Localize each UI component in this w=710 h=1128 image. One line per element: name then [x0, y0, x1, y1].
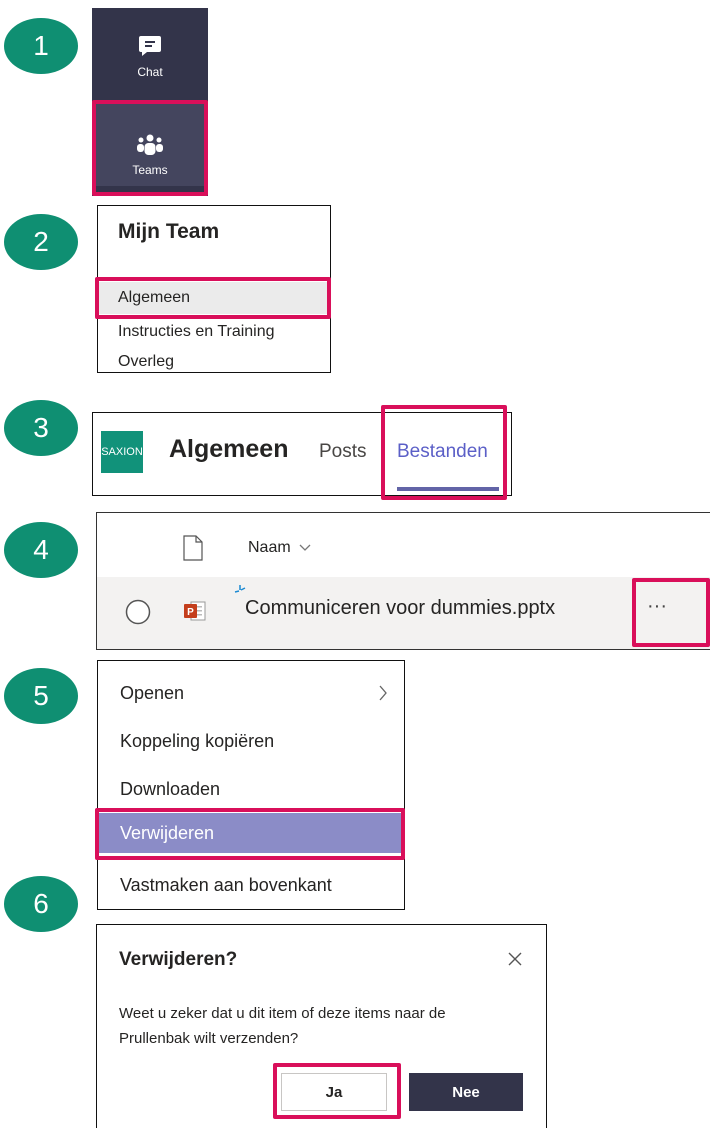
column-header-name[interactable]: Naam	[248, 539, 311, 557]
menu-item-openen-label: Openen	[120, 683, 185, 703]
channel-item-instructies[interactable]: Instructies en Training	[98, 316, 330, 348]
step-badge-6: 6	[4, 876, 78, 932]
powerpoint-icon: P	[184, 601, 206, 621]
yes-button[interactable]: Ja	[281, 1073, 387, 1111]
more-options-button[interactable]: ···	[647, 595, 667, 618]
rail-chat-label: Chat	[137, 65, 163, 79]
menu-item-koppeling-kopieren[interactable]: Koppeling kopiëren	[98, 721, 404, 761]
close-icon[interactable]	[507, 951, 523, 967]
team-name: Mijn Team	[118, 220, 220, 243]
channel-title: Algemeen	[169, 435, 289, 463]
step-badge-2: 2	[4, 214, 78, 270]
file-row[interactable]: P Communiceren voor dummies.pptx ···	[97, 577, 710, 649]
step-badge-4: 4	[4, 522, 78, 578]
svg-text:P: P	[187, 607, 194, 618]
file-name-link[interactable]: Communiceren voor dummies.pptx	[245, 597, 555, 620]
new-file-indicator-icon	[234, 585, 246, 593]
menu-item-verwijderen[interactable]: Verwijderen	[98, 813, 404, 853]
dialog-message: Weet u zeker dat u dit item of deze item…	[119, 1005, 446, 1047]
select-radio-icon[interactable]	[125, 599, 151, 625]
rail-item-teams[interactable]: Teams	[92, 104, 208, 186]
column-name-label: Naam	[248, 539, 291, 556]
channel-header: SAXION Algemeen Posts Bestanden	[92, 412, 512, 496]
context-menu: Openen Koppeling kopiëren Downloaden Ver…	[97, 660, 405, 910]
confirm-dialog: Verwijderen? Weet u zeker dat u dit item…	[96, 924, 547, 1128]
channel-item-overleg[interactable]: Overleg	[98, 350, 330, 374]
tab-active-underline	[397, 487, 499, 491]
teams-icon	[137, 134, 163, 155]
menu-item-vastmaken[interactable]: Vastmaken aan bovenkant	[98, 865, 404, 905]
rail-teams-label: Teams	[132, 163, 168, 177]
chevron-down-icon	[299, 544, 311, 551]
rail-item-chat[interactable]: Chat	[92, 34, 208, 79]
chevron-right-icon	[379, 685, 387, 701]
channel-item-algemeen[interactable]: Algemeen	[98, 282, 330, 314]
menu-item-downloaden[interactable]: Downloaden	[98, 769, 404, 809]
step-badge-3: 3	[4, 400, 78, 456]
tab-bestanden[interactable]: Bestanden	[397, 441, 488, 463]
step-badge-1: 1	[4, 18, 78, 74]
file-type-header-icon	[183, 535, 203, 561]
tab-posts[interactable]: Posts	[319, 441, 367, 463]
menu-item-openen[interactable]: Openen	[98, 673, 404, 713]
app-rail: Chat Teams	[92, 8, 208, 196]
step-badge-5: 5	[4, 668, 78, 724]
team-channel-list: Mijn Team Algemeen Instructies en Traini…	[97, 205, 331, 373]
dialog-title: Verwijderen?	[119, 949, 238, 970]
chat-icon	[139, 36, 161, 56]
file-list: Naam P Communiceren voor dummies.pptx ··…	[96, 512, 710, 650]
no-button[interactable]: Nee	[409, 1073, 523, 1111]
team-logo: SAXION	[101, 431, 143, 473]
